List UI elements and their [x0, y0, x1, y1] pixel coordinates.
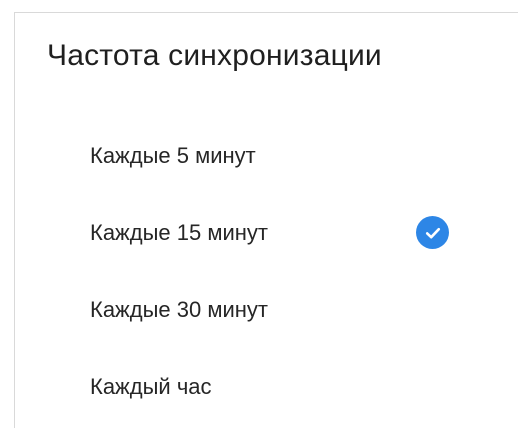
- option-label: Каждые 15 минут: [90, 219, 268, 245]
- option-label: Каждый час: [90, 373, 212, 399]
- sync-frequency-options: Каждые 5 минут Каждые 15 минут Каждые 30…: [15, 117, 518, 425]
- option-every-hour[interactable]: Каждый час: [15, 348, 518, 425]
- option-every-15-minutes[interactable]: Каждые 15 минут: [15, 194, 518, 271]
- option-label: Каждые 30 минут: [90, 296, 268, 322]
- option-every-5-minutes[interactable]: Каждые 5 минут: [15, 117, 518, 194]
- option-label: Каждые 5 минут: [90, 142, 256, 168]
- sync-frequency-dialog: Частота синхронизации Каждые 5 минут Каж…: [14, 12, 518, 428]
- check-circle-icon: [416, 216, 449, 249]
- option-every-30-minutes[interactable]: Каждые 30 минут: [15, 271, 518, 348]
- dialog-title: Частота синхронизации: [47, 39, 382, 72]
